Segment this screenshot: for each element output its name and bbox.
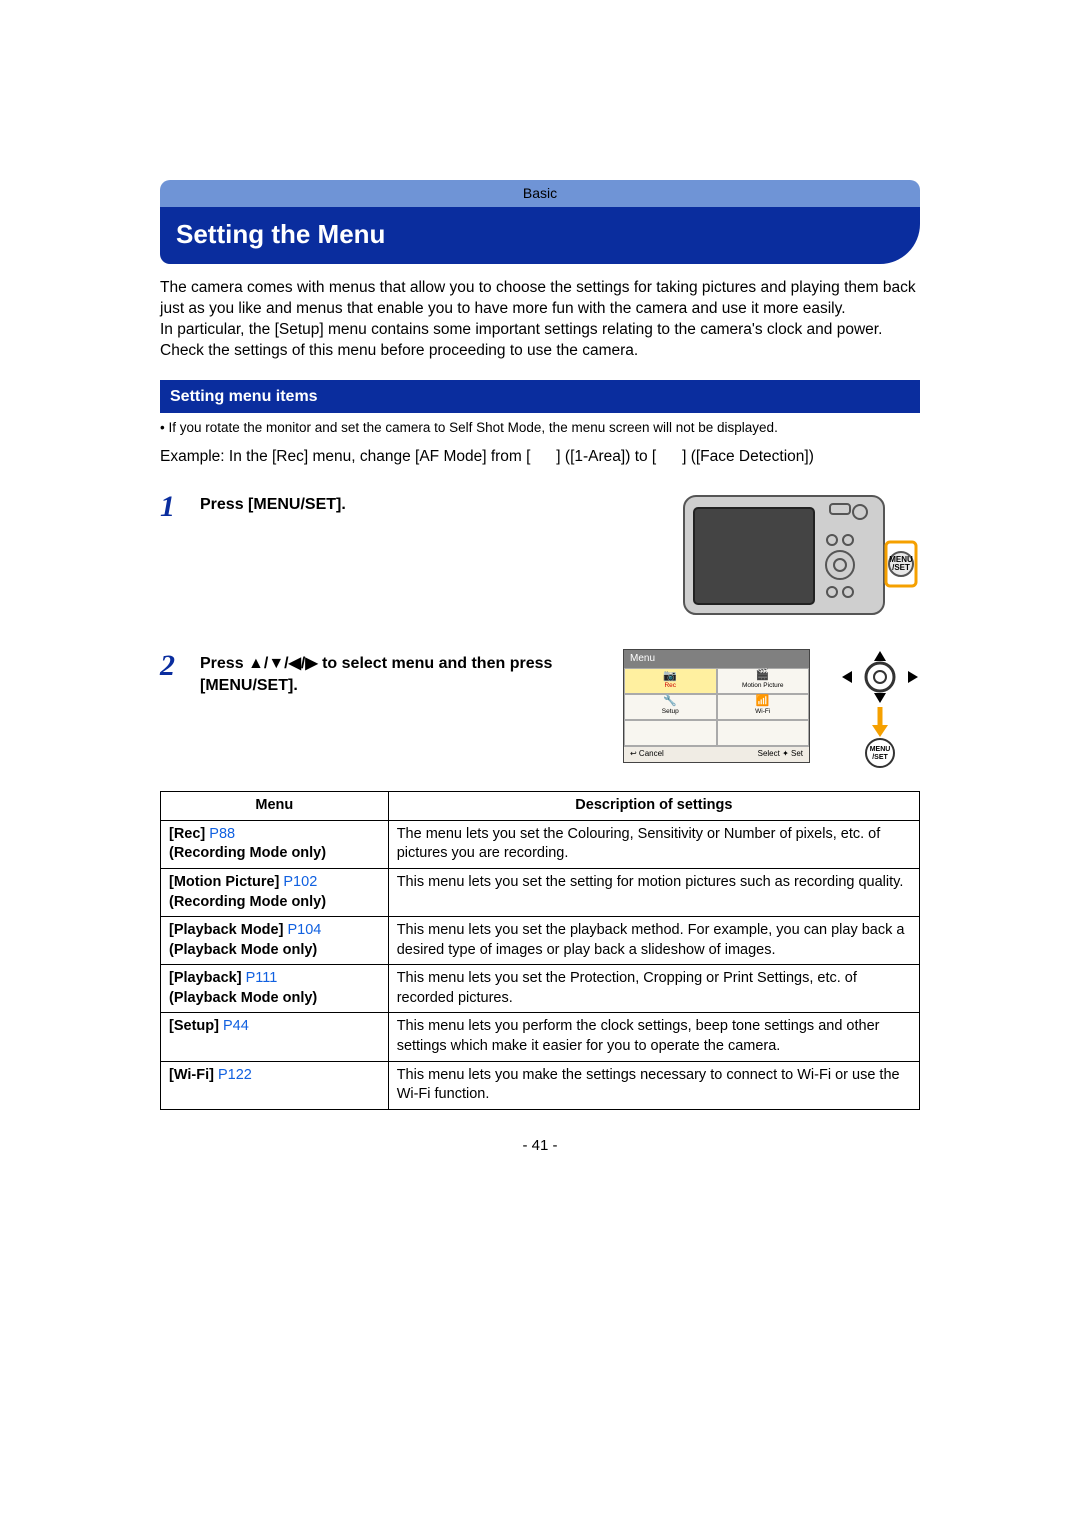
table-row: [Setup] P44This menu lets you perform th… (161, 1013, 920, 1061)
table-row: [Wi-Fi] P122This menu lets you make the … (161, 1061, 920, 1109)
subsection-header: Setting menu items (160, 380, 920, 414)
menu-desc-cell: This menu lets you set the setting for m… (388, 869, 919, 917)
page-link[interactable]: P122 (218, 1067, 252, 1083)
menu-name-cell: [Wi-Fi] P122 (161, 1061, 389, 1109)
menu-cell-setup: 🔧 Setup (624, 694, 717, 720)
motion-picture-icon: 🎬 (756, 670, 770, 681)
menu-name-cell: [Playback Mode] P104(Playback Mode only) (161, 917, 389, 965)
menu-name-cell: [Motion Picture] P102(Recording Mode onl… (161, 869, 389, 917)
table-row: [Rec] P88(Recording Mode only)The menu l… (161, 820, 920, 868)
table-header-cell: Description of settings (388, 792, 919, 821)
menu-name-cell: [Playback] P111(Playback Mode only) (161, 965, 389, 1013)
step-2-illustration: Menu 📷 Rec 🎬 Motion Picture 🔧 Setup (623, 649, 920, 769)
menu-desc-cell: This menu lets you set the playback meth… (388, 917, 919, 965)
section-tab: Basic (160, 180, 920, 207)
menu-cell-rec: 📷 Rec (624, 668, 717, 694)
step-1-row: 1 Press [MENU/SET]. MENU /SET (160, 490, 920, 627)
intro-p1: The camera comes with menus that allow y… (160, 278, 920, 320)
menu-name-cell: [Rec] P88(Recording Mode only) (161, 820, 389, 868)
table-row: [Playback Mode] P104(Playback Mode only)… (161, 917, 920, 965)
table-header-cell: Menu (161, 792, 389, 821)
page-link[interactable]: P88 (209, 826, 235, 842)
menuset-label-top: MENU (870, 746, 891, 753)
d-pad-icon: MENU /SET (840, 649, 920, 769)
menu-desc-cell: This menu lets you make the settings nec… (388, 1061, 919, 1109)
menu-cell-motion: 🎬 Motion Picture (717, 668, 810, 694)
menu-cell-label: Setup (662, 708, 679, 717)
table-row: [Motion Picture] P102(Recording Mode onl… (161, 869, 920, 917)
menu-cell-label: Wi-Fi (755, 708, 770, 717)
menu-foot-select: Select ✦ Set (758, 749, 803, 760)
menu-screen-footer: ↩ Cancel Select ✦ Set (624, 746, 809, 762)
step-number: 2 (160, 651, 184, 681)
menu-desc-cell: The menu lets you set the Colouring, Sen… (388, 820, 919, 868)
page-title: Setting the Menu (160, 207, 920, 264)
page-link[interactable]: P44 (223, 1018, 249, 1034)
menu-foot-cancel: ↩ Cancel (630, 749, 664, 760)
menu-cell-empty (624, 720, 717, 746)
intro-p3: Check the settings of this menu before p… (160, 341, 920, 362)
menuset-label-bot: /SET (892, 563, 910, 572)
menu-screen: Menu 📷 Rec 🎬 Motion Picture 🔧 Setup (623, 649, 810, 762)
step-2-row: 2 Press ▲/▼/◀/▶ to select menu and then … (160, 649, 920, 769)
page-link[interactable]: P111 (246, 970, 278, 986)
page-link[interactable]: P104 (287, 922, 321, 938)
self-shot-note: • If you rotate the monitor and set the … (160, 419, 920, 437)
page: Basic Setting the Menu The camera comes … (160, 180, 920, 1216)
menu-cell-label: Motion Picture (742, 682, 784, 691)
camera-illustration: MENU /SET (680, 490, 920, 627)
menu-name-cell: [Setup] P44 (161, 1013, 389, 1061)
step-number: 1 (160, 492, 184, 522)
menu-cell-empty (717, 720, 810, 746)
menu-screen-title: Menu (624, 650, 809, 668)
step-1-text: Press [MENU/SET]. (200, 490, 664, 516)
intro-block: The camera comes with menus that allow y… (160, 278, 920, 362)
menu-desc-cell: This menu lets you perform the clock set… (388, 1013, 919, 1061)
page-link[interactable]: P102 (283, 874, 317, 890)
intro-p2: In particular, the [Setup] menu contains… (160, 320, 920, 341)
camera-icon: 📷 (663, 671, 677, 682)
table-row: [Playback] P111(Playback Mode only)This … (161, 965, 920, 1013)
wrench-icon: 🔧 (663, 696, 677, 707)
menu-cell-wifi: 📶 Wi-Fi (717, 694, 810, 720)
menuset-label-bot: /SET (872, 754, 888, 761)
menu-desc-cell: This menu lets you set the Protection, C… (388, 965, 919, 1013)
wifi-icon: 📶 (756, 696, 770, 707)
page-number: - 41 - (160, 1136, 920, 1156)
menu-description-table: Menu Description of settings [Rec] P88(R… (160, 791, 920, 1109)
example-text: Example: In the [Rec] menu, change [AF M… (160, 447, 920, 468)
menu-cell-label: Rec (664, 682, 676, 691)
camera-back-icon: MENU /SET (680, 490, 920, 620)
step-2-text: Press ▲/▼/◀/▶ to select menu and then pr… (200, 649, 607, 696)
